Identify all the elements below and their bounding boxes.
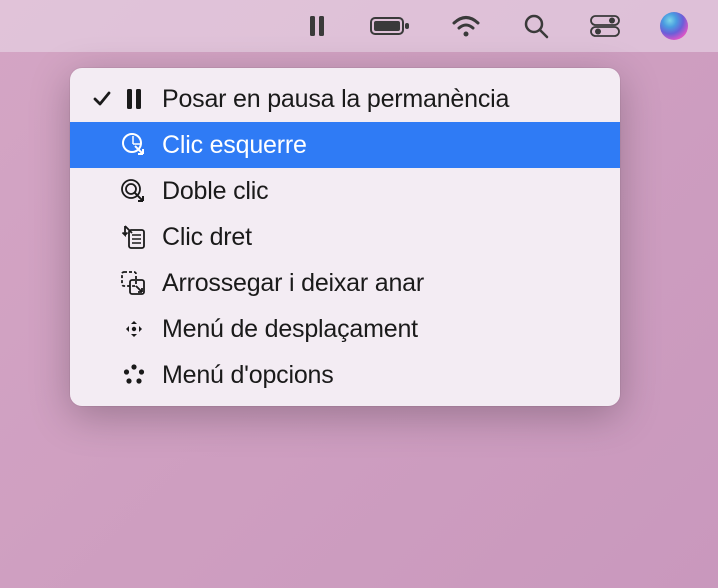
- menu-item-label: Menú d'opcions: [162, 361, 602, 390]
- double-click-icon: [116, 178, 152, 204]
- left-click-icon: [116, 132, 152, 158]
- siri-menubar-item[interactable]: [660, 0, 688, 52]
- dwell-dropdown-menu: Posar en pausa la permanència Clic esque…: [70, 68, 620, 406]
- battery-menubar-item[interactable]: [370, 0, 410, 52]
- menu-item-label: Posar en pausa la permanència: [162, 85, 602, 114]
- menu-item-label: Arrossegar i deixar anar: [162, 269, 602, 298]
- search-icon: [522, 12, 550, 40]
- menu-item-pause-dwell[interactable]: Posar en pausa la permanència: [70, 76, 620, 122]
- right-click-icon: [116, 224, 152, 250]
- menu-item-left-click[interactable]: Clic esquerre: [70, 122, 620, 168]
- menu-item-label: Clic dret: [162, 223, 602, 252]
- battery-icon: [370, 16, 410, 36]
- scroll-menu-icon: [116, 316, 152, 342]
- menu-item-label: Clic esquerre: [162, 131, 602, 160]
- wifi-icon: [450, 14, 482, 38]
- menubar: [0, 0, 718, 52]
- siri-icon: [660, 12, 688, 40]
- menu-item-scroll-menu[interactable]: Menú de desplaçament: [70, 306, 620, 352]
- drag-drop-icon: [116, 270, 152, 296]
- menu-item-label: Doble clic: [162, 177, 602, 206]
- options-menu-icon: [116, 362, 152, 388]
- control-center-menubar-item[interactable]: [590, 0, 620, 52]
- checkmark-icon: [88, 89, 116, 109]
- control-center-icon: [590, 15, 620, 37]
- menu-item-right-click[interactable]: Clic dret: [70, 214, 620, 260]
- pause-icon: [116, 88, 152, 110]
- pause-icon: [304, 13, 330, 39]
- spotlight-menubar-item[interactable]: [522, 0, 550, 52]
- menu-item-double-click[interactable]: Doble clic: [70, 168, 620, 214]
- wifi-menubar-item[interactable]: [450, 0, 482, 52]
- dwell-pause-menubar-item[interactable]: [304, 0, 330, 52]
- menu-item-options-menu[interactable]: Menú d'opcions: [70, 352, 620, 398]
- menu-item-drag-drop[interactable]: Arrossegar i deixar anar: [70, 260, 620, 306]
- menu-item-label: Menú de desplaçament: [162, 315, 602, 344]
